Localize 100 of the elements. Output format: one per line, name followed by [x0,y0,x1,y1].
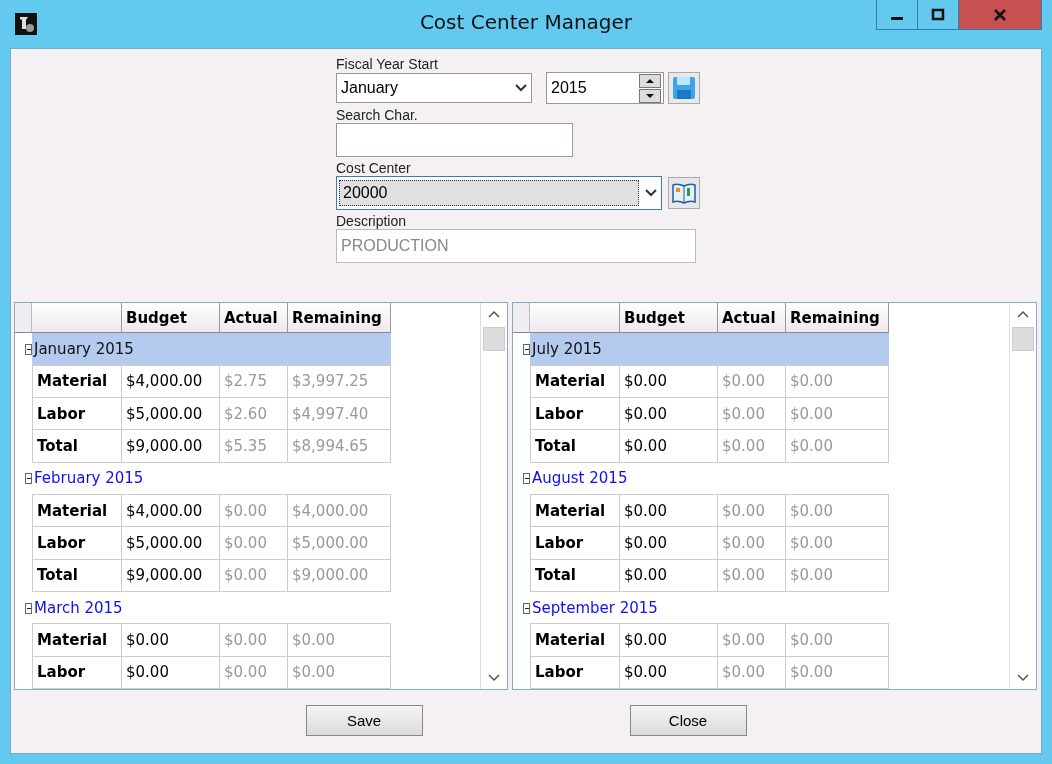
column-header[interactable]: Remaining [288,303,391,334]
table-cell: $8,994.65 [288,430,391,463]
table-cell: Total [530,430,620,463]
table-cell: $0.00 [718,430,786,463]
collapse-icon[interactable] [523,473,530,485]
search-field[interactable] [336,123,573,157]
window-title: Cost Center Manager [419,10,633,34]
table-cell: $0.00 [718,495,786,528]
table-cell: $0.00 [620,559,718,593]
table-cell: $4,997.40 [288,398,391,431]
table-cell: $2.75 [220,365,288,399]
table-cell: $0.00 [718,624,786,657]
table-cell: Material [530,495,620,528]
table-cell: $0.00 [786,527,889,560]
table-cell: $0.00 [220,624,288,657]
collapse-icon[interactable] [523,602,530,614]
column-header[interactable]: Remaining [786,303,889,334]
table-cell: Labor [32,398,122,431]
cost-center-dropdown[interactable]: 20000 [336,176,662,210]
save-icon[interactable] [668,72,700,104]
collapse-icon[interactable] [25,473,32,485]
table-cell: $4,000.00 [288,495,391,528]
group-row[interactable]: January 2015 [32,333,391,366]
table-cell: $0.00 [288,656,391,689]
table-cell: $0.00 [288,624,391,657]
table-cell: $0.00 [718,527,786,560]
maximize-icon [931,7,945,22]
table-cell: $3,997.25 [288,365,391,399]
table-cell: $4,000.00 [122,495,220,528]
year-spinner[interactable]: 2015 [546,72,664,104]
dialog-button[interactable]: Close [629,705,747,736]
chevron-down-icon [488,674,500,682]
minimize-button[interactable] [876,0,918,30]
collapse-icon[interactable] [25,344,32,356]
header-corner [15,303,32,334]
scrollbar[interactable] [1009,303,1036,689]
collapse-icon[interactable] [25,602,32,614]
dialog-button[interactable]: Save [305,705,423,736]
table-cell: $0.00 [786,398,889,431]
column-header[interactable]: Actual [718,303,786,334]
chevron-down-icon [515,84,527,92]
scrollbar-thumb[interactable] [483,327,505,351]
close-button[interactable] [958,0,1042,30]
table-cell: Labor [530,527,620,560]
column-header[interactable]: Budget [122,303,220,334]
table-cell: Material [32,624,122,657]
table-cell: $0.00 [620,430,718,463]
table-cell: $0.00 [220,559,288,593]
table-cell: $0.00 [786,656,889,689]
month-dropdown[interactable]: January [336,73,532,103]
chevron-up-icon [1017,310,1029,318]
scrollbar-thumb[interactable] [1012,327,1034,351]
table-cell: Total [530,559,620,593]
chevron-up-icon [488,310,500,318]
table-cell: $5,000.00 [288,527,391,560]
table-cell: $5,000.00 [122,398,220,431]
table-cell: $0.00 [718,398,786,431]
table-cell: $0.00 [786,365,889,399]
group-row[interactable]: March 2015 [32,592,391,625]
table-cell: $0.00 [620,365,718,399]
table-cell: Material [530,365,620,399]
close-icon [993,7,1007,22]
table-cell: Total [32,430,122,463]
group-row[interactable]: September 2015 [530,592,889,625]
book-icon[interactable] [668,177,700,209]
table-cell: Labor [530,656,620,689]
app-icon [15,13,37,35]
table-cell: $0.00 [718,365,786,399]
table-cell: Material [530,624,620,657]
scrollbar[interactable] [480,303,507,689]
table-cell: $0.00 [220,495,288,528]
table-cell: $2.60 [220,398,288,431]
column-header[interactable]: Actual [220,303,288,334]
group-row[interactable]: August 2015 [530,462,889,496]
field-label: Search Char. [336,107,419,123]
table-cell: $0.00 [786,624,889,657]
table-cell: $0.00 [620,624,718,657]
table-cell: $0.00 [620,656,718,689]
table-cell: $0.00 [620,527,718,560]
collapse-icon[interactable] [523,344,530,356]
field-label: Description [336,213,408,229]
table-cell: Labor [530,398,620,431]
header-corner [513,303,530,334]
table-cell: $0.00 [786,430,889,463]
field-label: Cost Center [336,160,412,176]
table-cell: $0.00 [620,398,718,431]
table-cell: $0.00 [620,495,718,528]
table-cell: Material [32,365,122,399]
table-cell: $0.00 [786,559,889,593]
group-row[interactable]: February 2015 [32,462,391,496]
table-cell: $9,000.00 [288,559,391,593]
table-cell: $0.00 [718,656,786,689]
table-cell: $5,000.00 [122,527,220,560]
table-cell: $4,000.00 [122,365,220,399]
group-row[interactable]: July 2015 [530,333,889,366]
table-cell: $0.00 [220,656,288,689]
field-label: Fiscal Year Start [336,56,439,72]
column-header[interactable]: Budget [620,303,718,334]
table-cell: Labor [32,527,122,560]
minimize-icon [891,17,903,20]
